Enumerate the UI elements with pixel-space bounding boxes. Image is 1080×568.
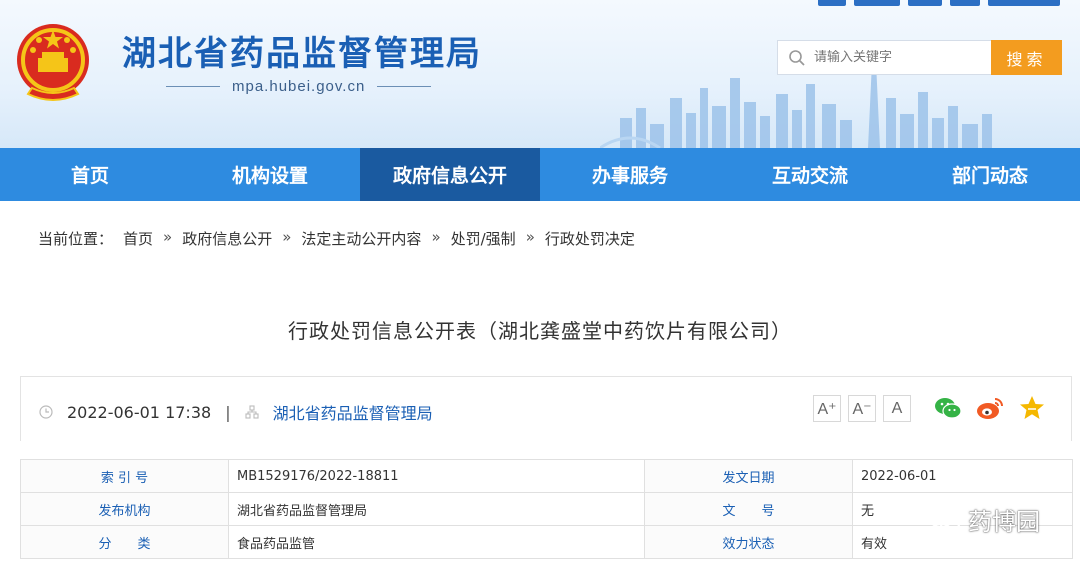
breadcrumb-item[interactable]: 行政处罚决定 <box>545 228 635 249</box>
wechat-icon[interactable] <box>933 393 963 423</box>
nav-item-news[interactable]: 部门动态 <box>900 148 1080 201</box>
breadcrumb: 当前位置： 首页 » 政府信息公开 » 法定主动公开内容 » 处罚/强制 » 行… <box>38 228 635 249</box>
organization-icon <box>245 405 259 419</box>
nav-item-services[interactable]: 办事服务 <box>540 148 720 201</box>
national-emblem-icon <box>17 24 89 101</box>
table-row: 发布机构 湖北省药品监督管理局 文 号 无 <box>20 492 1073 526</box>
top-link[interactable] <box>988 0 1060 6</box>
info-value: 湖北省药品监督管理局 <box>228 492 645 526</box>
breadcrumb-separator: » <box>525 228 535 246</box>
info-label: 效力状态 <box>644 525 853 559</box>
info-value: 食品药品监管 <box>228 525 645 559</box>
info-value: MB1529176/2022-18811 <box>228 459 645 493</box>
top-links <box>818 0 1060 6</box>
main-nav: 首页 机构设置 政府信息公开 办事服务 互动交流 部门动态 <box>0 148 1080 201</box>
clock-icon <box>39 405 53 419</box>
top-link[interactable] <box>818 0 846 6</box>
top-link[interactable] <box>854 0 900 6</box>
domain-divider-line <box>166 86 220 87</box>
nav-item-home[interactable]: 首页 <box>0 148 180 201</box>
site-header: 湖北省药品监督管理局 mpa.hubei.gov.cn 搜索 <box>0 0 1080 148</box>
font-reset-button[interactable]: A <box>883 395 911 422</box>
publishing-organization: 湖北省药品监督管理局 <box>272 404 433 423</box>
breadcrumb-item[interactable]: 首页 <box>123 228 153 249</box>
breadcrumb-item[interactable]: 法定主动公开内容 <box>301 228 421 249</box>
publish-date: 2022-06-01 17:38 <box>67 402 212 422</box>
site-title[interactable]: 湖北省药品监督管理局 <box>122 26 482 75</box>
info-label: 发布机构 <box>20 492 229 526</box>
table-row: 索 引 号 MB1529176/2022-18811 发文日期 2022-06-… <box>20 459 1073 493</box>
search-button[interactable]: 搜索 <box>991 40 1062 75</box>
watermark-text: 药博园 <box>968 508 1040 536</box>
site-domain: mpa.hubei.gov.cn <box>232 78 366 95</box>
font-increase-button[interactable]: A⁺ <box>813 395 841 422</box>
nav-item-gov-info[interactable]: 政府信息公开 <box>360 148 540 201</box>
document-info-table: 索 引 号 MB1529176/2022-18811 发文日期 2022-06-… <box>20 459 1073 559</box>
info-label: 分 类 <box>20 525 229 559</box>
table-row: 分 类 食品药品监管 效力状态 有效 <box>20 525 1073 559</box>
breadcrumb-prefix: 当前位置： <box>38 230 114 248</box>
article-title: 行政处罚信息公开表（湖北龚盛堂中药饮片有限公司） <box>288 319 792 343</box>
top-link[interactable] <box>908 0 942 6</box>
watermark: 药博园 <box>928 502 1040 537</box>
article-meta-bar: 2022-06-01 17:38 | 湖北省药品监督管理局 A⁺ A⁻ A <box>20 376 1072 441</box>
breadcrumb-separator: » <box>163 228 173 246</box>
domain-divider-line <box>377 86 432 87</box>
info-label: 发文日期 <box>644 459 853 493</box>
meta-divider: | <box>225 402 231 422</box>
top-link[interactable] <box>950 0 980 6</box>
nav-item-organization[interactable]: 机构设置 <box>180 148 360 201</box>
weibo-icon[interactable] <box>975 393 1005 423</box>
breadcrumb-item[interactable]: 处罚/强制 <box>451 228 516 249</box>
info-label: 索 引 号 <box>20 459 229 493</box>
breadcrumb-item[interactable]: 政府信息公开 <box>182 228 272 249</box>
font-decrease-button[interactable]: A⁻ <box>848 395 876 422</box>
font-size-controls: A⁺ A⁻ A <box>813 395 911 422</box>
search-input[interactable] <box>814 50 974 65</box>
breadcrumb-separator: » <box>282 228 292 246</box>
article-meta: 2022-06-01 17:38 | 湖北省药品监督管理局 <box>39 400 433 424</box>
share-icons <box>933 393 1047 423</box>
search-box <box>777 40 991 75</box>
nav-item-interaction[interactable]: 互动交流 <box>720 148 900 201</box>
info-label: 文 号 <box>644 492 853 526</box>
search-icon <box>789 49 805 66</box>
site-domain-row: mpa.hubei.gov.cn <box>166 78 432 95</box>
info-value: 2022-06-01 <box>852 459 1073 493</box>
wechat-logo-icon <box>928 507 961 532</box>
favorite-star-icon[interactable] <box>1017 393 1047 423</box>
breadcrumb-separator: » <box>431 228 441 246</box>
